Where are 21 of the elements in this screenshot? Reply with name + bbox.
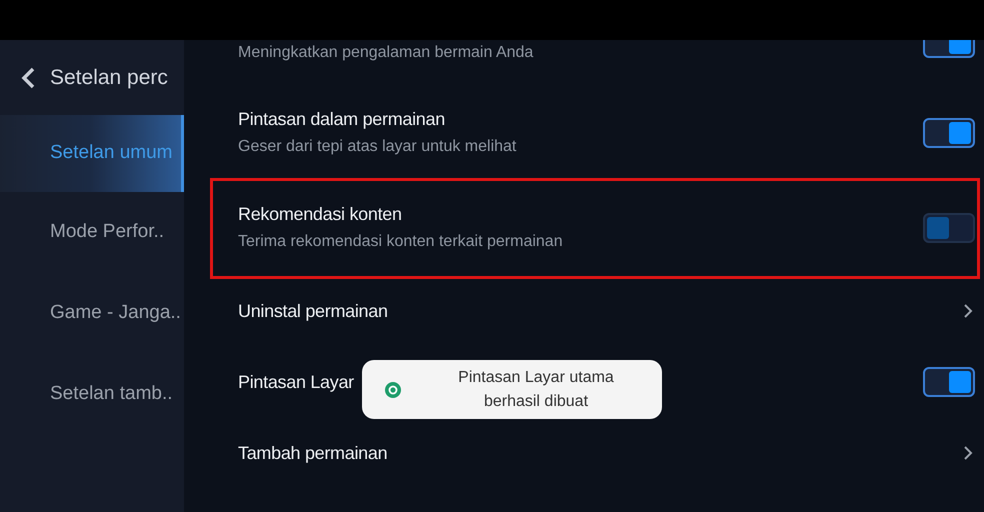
setting-title: Pintasan dalam permainan	[238, 108, 446, 130]
setting-title: Uninstal permainan	[238, 300, 388, 322]
sidebar-item[interactable]: Game - Janga..	[0, 273, 184, 354]
sidebar-item[interactable]: Setelan tamb..	[0, 354, 184, 435]
setting-description: Meningkatkan pengalaman bermain Anda	[238, 43, 534, 63]
chevron-right-icon[interactable]	[963, 302, 973, 318]
sidebar-item[interactable]: Mode Perfor..	[0, 192, 184, 273]
setting-title: Tambah permainan	[238, 442, 388, 464]
chevron-right-icon[interactable]	[963, 444, 973, 460]
setting-description: Terima rekomendasi konten terkait permainan	[238, 232, 563, 252]
toggle-switch[interactable]	[923, 118, 975, 148]
setting-description: Geser dari tepi atas layar untuk melihat	[238, 136, 516, 156]
setting-title: Pintasan Layar	[238, 370, 354, 392]
back-icon[interactable]	[20, 66, 36, 88]
setting-title: Rekomendasi konten	[238, 202, 403, 224]
toggle-switch[interactable]	[923, 366, 975, 396]
app-icon	[385, 382, 401, 398]
sidebar-title: Setelan perc	[50, 64, 168, 91]
toggle-switch[interactable]	[923, 212, 975, 242]
toast-message: Pintasan Layar utama berhasil dibuat	[457, 368, 615, 412]
sidebar-item[interactable]: Setelan umum	[0, 115, 184, 192]
